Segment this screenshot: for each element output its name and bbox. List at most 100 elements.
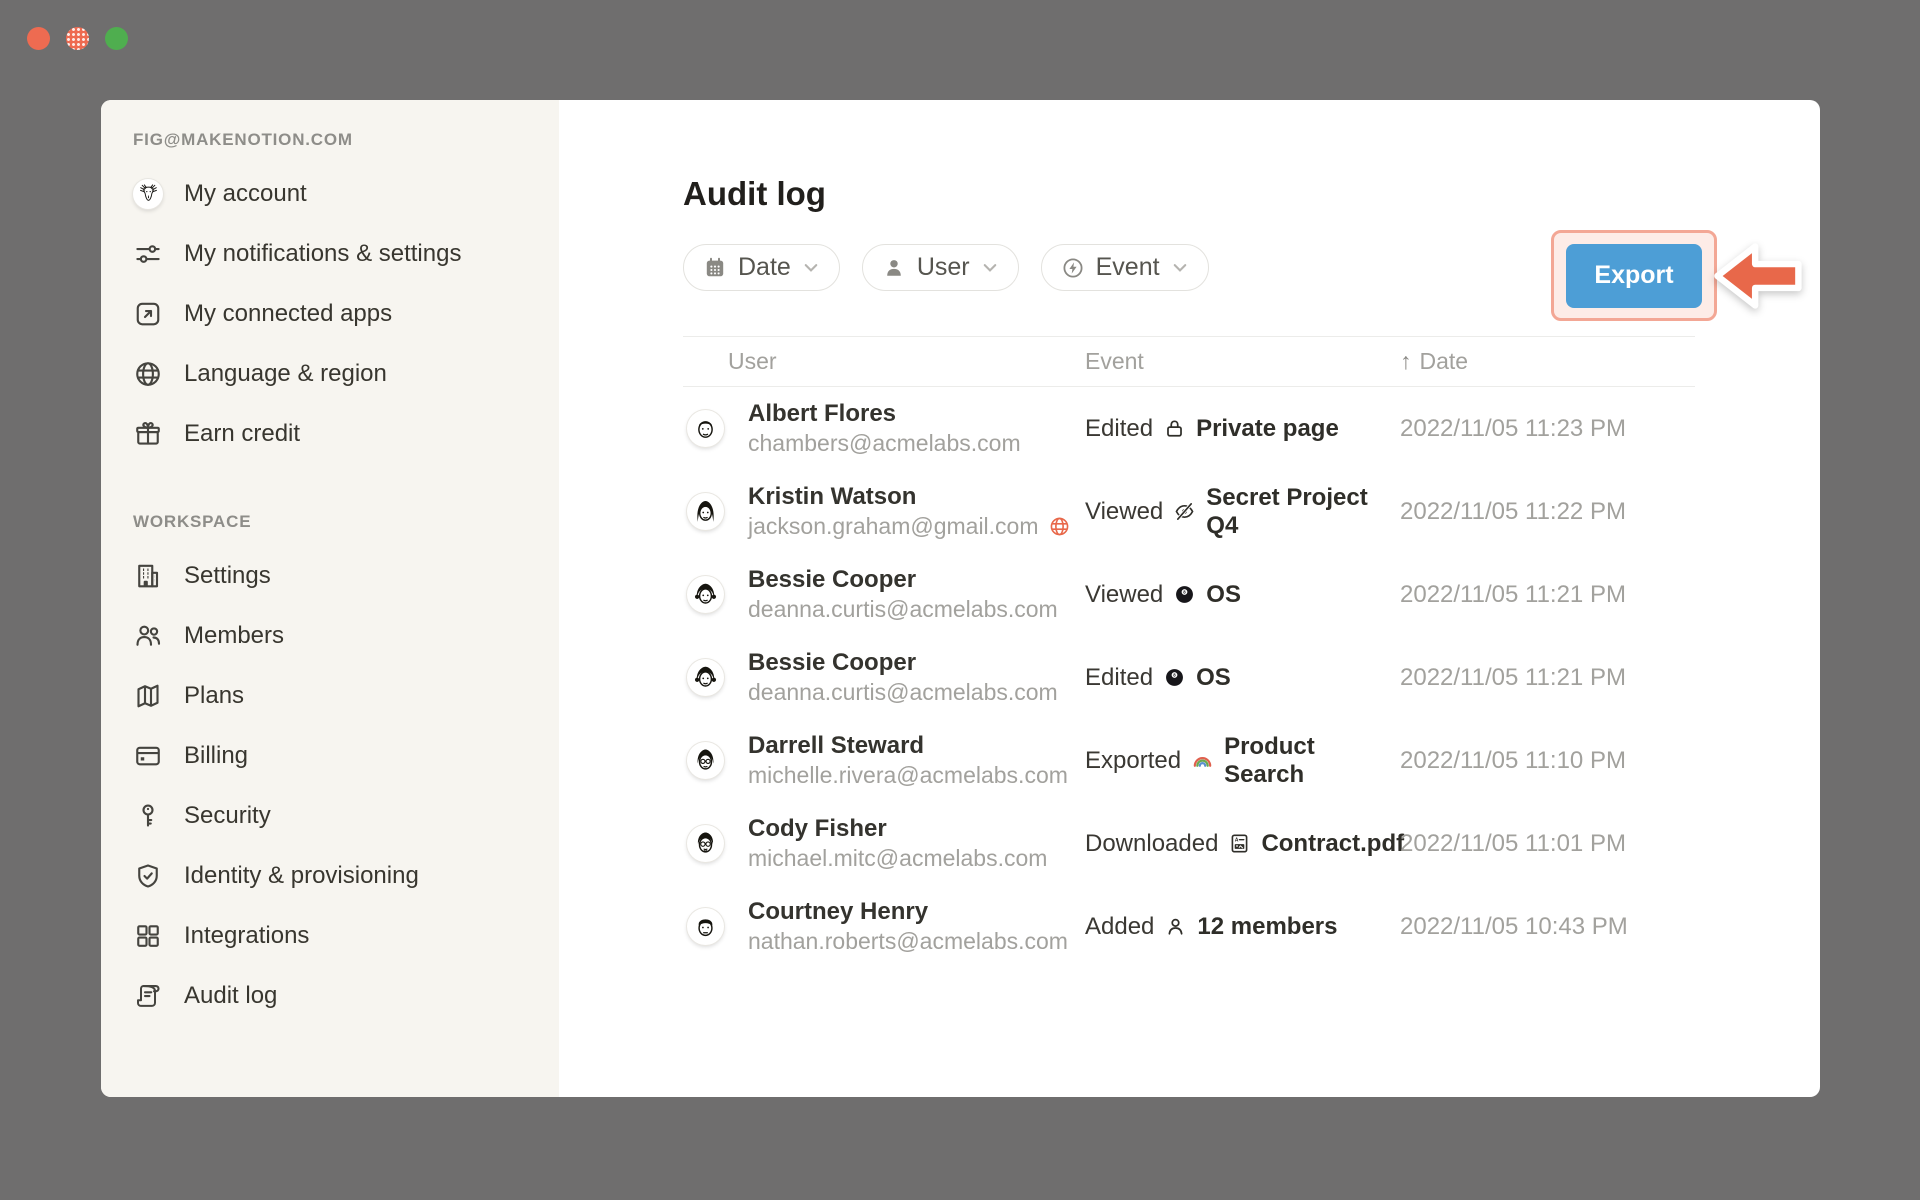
event-action: Viewed: [1085, 498, 1163, 526]
sidebar-item-identity-provisioning[interactable]: Identity & provisioning: [133, 846, 559, 906]
external-guest-globe-icon: [1048, 515, 1071, 538]
sort-ascending-icon: ↑: [1400, 348, 1412, 374]
avatar: [687, 742, 724, 779]
sidebar-item-integrations[interactable]: Integrations: [133, 906, 559, 966]
minimize-window-button[interactable]: [66, 27, 89, 50]
user-name: Courtney Henry: [748, 898, 928, 925]
user-name: Bessie Cooper: [748, 566, 916, 593]
sidebar-item-label: Language & region: [184, 360, 387, 388]
event-date: 2022/11/05 11:22 PM: [1400, 498, 1695, 526]
event-action: Edited: [1085, 415, 1153, 443]
sidebar-item-label: Audit log: [184, 982, 277, 1010]
sidebar-item-security[interactable]: Security: [133, 786, 559, 846]
document-icon: A: [1228, 832, 1251, 855]
sidebar-item-my-account[interactable]: My account: [133, 164, 559, 224]
gift-icon: [133, 419, 163, 449]
key-icon: [133, 801, 163, 831]
lightning-circle-icon: [1061, 256, 1085, 280]
event-date: 2022/11/05 11:23 PM: [1400, 415, 1695, 443]
event-object: 12 members: [1197, 913, 1337, 941]
people-icon: [133, 621, 163, 651]
chevron-down-icon: [983, 263, 997, 273]
map-icon: [133, 681, 163, 711]
close-window-button[interactable]: [27, 27, 50, 50]
user-name: Kristin Watson: [748, 483, 916, 510]
eight-ball-icon: 8: [1163, 666, 1186, 689]
sliders-icon: [133, 239, 163, 269]
event-date: 2022/11/05 11:21 PM: [1400, 664, 1695, 692]
user-email: deanna.curtis@acmelabs.com: [748, 596, 1058, 623]
event-date: 2022/11/05 11:21 PM: [1400, 581, 1695, 609]
sidebar-item-language-region[interactable]: Language & region: [133, 344, 559, 404]
sidebar-item-label: Settings: [184, 562, 271, 590]
user-email: chambers@acmelabs.com: [748, 430, 1021, 457]
zoom-window-button[interactable]: [105, 27, 128, 50]
column-header-date[interactable]: ↑Date: [1400, 348, 1695, 375]
eye-off-icon: [1173, 500, 1196, 523]
column-header-event: Event: [1085, 348, 1400, 375]
event-filter-button[interactable]: Event: [1041, 244, 1209, 291]
sidebar-item-audit-log[interactable]: Audit log: [133, 966, 559, 1026]
sidebar-item-label: Members: [184, 622, 284, 650]
sidebar-item-earn-credit[interactable]: Earn credit: [133, 404, 559, 464]
shield-check-icon: [133, 861, 163, 891]
globe-icon: [133, 359, 163, 389]
table-row: Cody Fisher michael.mitc@acmelabs.com Do…: [683, 802, 1695, 885]
sidebar-item-label: Billing: [184, 742, 248, 770]
user-email: michelle.rivera@acmelabs.com: [748, 762, 1068, 789]
annotation-arrow-icon: [1711, 239, 1803, 313]
sidebar-item-label: Identity & provisioning: [184, 862, 419, 890]
sidebar-item-billing[interactable]: Billing: [133, 726, 559, 786]
date-filter-button[interactable]: Date: [683, 244, 840, 291]
table-row: Bessie Cooper deanna.curtis@acmelabs.com…: [683, 553, 1695, 636]
sidebar-item-plans[interactable]: Plans: [133, 666, 559, 726]
account-section-header: FIG@MAKENOTION.COM: [133, 130, 559, 150]
sidebar-item-members[interactable]: Members: [133, 606, 559, 666]
event-action: Added: [1085, 913, 1154, 941]
sidebar-item-label: My connected apps: [184, 300, 392, 328]
settings-window: FIG@MAKENOTION.COM My account: [101, 100, 1820, 1097]
user-filter-button[interactable]: User: [862, 244, 1019, 291]
table-row: Darrell Steward michelle.rivera@acmelabs…: [683, 719, 1695, 802]
window-controls: [27, 27, 128, 50]
table-header-row: User Event ↑Date: [683, 336, 1695, 387]
sidebar-item-settings[interactable]: Settings: [133, 546, 559, 606]
user-email: jackson.graham@gmail.com: [748, 513, 1071, 540]
avatar: [687, 410, 724, 447]
sidebar-item-label: Earn credit: [184, 420, 300, 448]
event-object: Product Search: [1224, 733, 1400, 789]
audit-log-page: Audit log Date: [559, 100, 1820, 1097]
table-row: Albert Flores chambers@acmelabs.com Edit…: [683, 387, 1695, 470]
avatar: [687, 576, 724, 613]
event-action: Viewed: [1085, 581, 1163, 609]
event-action: Downloaded: [1085, 830, 1218, 858]
filter-label: User: [917, 253, 970, 282]
user-email: deanna.curtis@acmelabs.com: [748, 679, 1058, 706]
event-action: Exported: [1085, 747, 1181, 775]
table-row: Kristin Watson jackson.graham@gmail.com: [683, 470, 1695, 553]
workspace-section-header: WORKSPACE: [133, 512, 559, 532]
sidebar-item-label: Integrations: [184, 922, 309, 950]
filter-label: Date: [738, 253, 791, 282]
avatar: [687, 825, 724, 862]
eight-ball-icon: 8: [1173, 583, 1196, 606]
user-name: Albert Flores: [748, 400, 896, 427]
building-icon: [133, 561, 163, 591]
event-object: Secret Project Q4: [1206, 484, 1400, 540]
event-date: 2022/11/05 10:43 PM: [1400, 913, 1695, 941]
user-email: nathan.roberts@acmelabs.com: [748, 928, 1068, 955]
user-name: Bessie Cooper: [748, 649, 916, 676]
event-object: OS: [1206, 581, 1241, 609]
calendar-icon: [703, 256, 727, 280]
event-date: 2022/11/05 11:01 PM: [1400, 830, 1695, 858]
sidebar-item-notifications-settings[interactable]: My notifications & settings: [133, 224, 559, 284]
sidebar-item-connected-apps[interactable]: My connected apps: [133, 284, 559, 344]
user-name: Cody Fisher: [748, 815, 887, 842]
lock-icon: [1163, 417, 1186, 440]
filter-toolbar: Date User: [683, 244, 1695, 291]
scroll-icon: [133, 981, 163, 1011]
avatar: [687, 493, 724, 530]
avatar: [687, 659, 724, 696]
sidebar-item-label: My account: [184, 180, 307, 208]
export-button[interactable]: Export: [1566, 244, 1702, 308]
